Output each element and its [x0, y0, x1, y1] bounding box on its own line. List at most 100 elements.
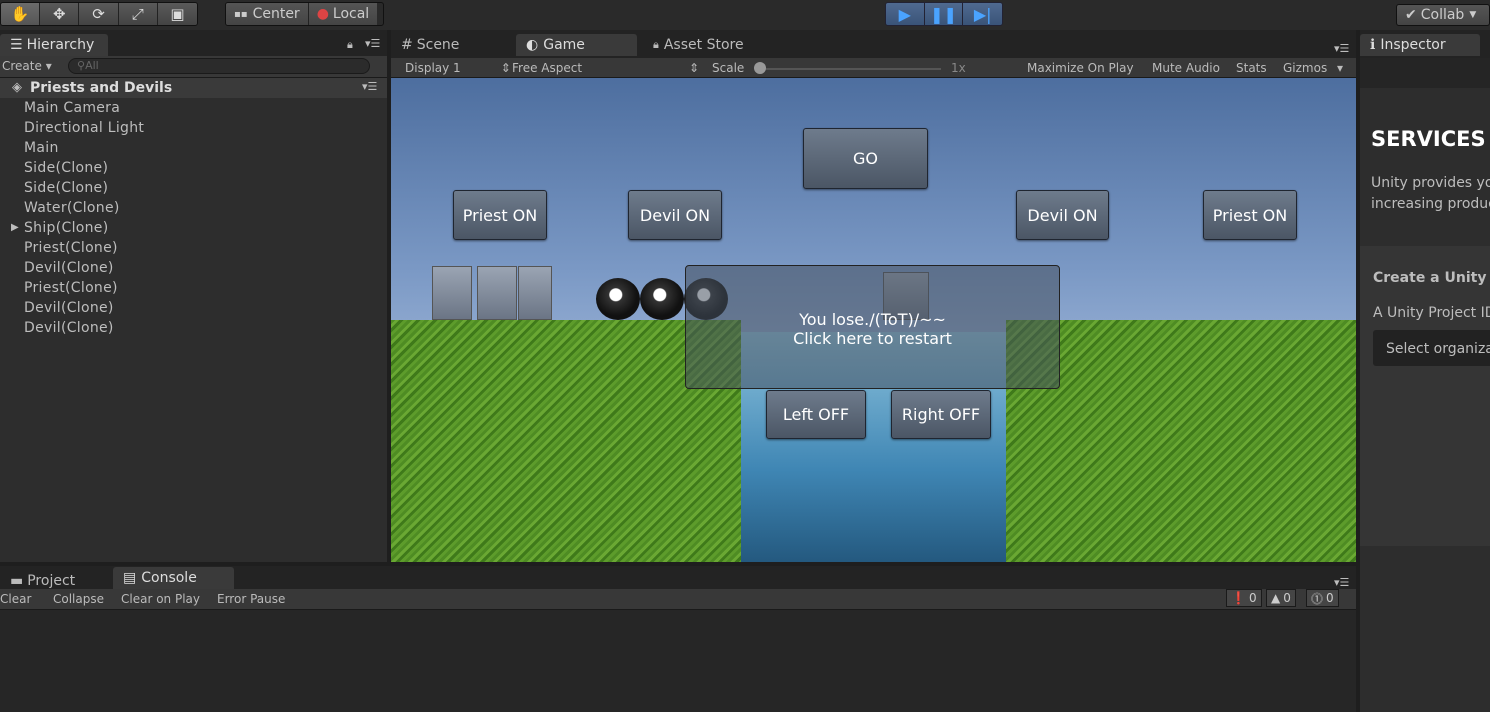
- hierarchy-item[interactable]: Directional Light: [24, 120, 144, 136]
- step-button[interactable]: ▶|: [963, 3, 1002, 25]
- warning-icon: ▲: [1271, 591, 1281, 605]
- play-button[interactable]: ▶: [886, 3, 925, 25]
- mute-audio-toggle[interactable]: Mute Audio: [1152, 61, 1220, 75]
- rect-tool-button[interactable]: ▣: [157, 3, 197, 25]
- error-pause-toggle[interactable]: Error Pause: [217, 592, 285, 606]
- play-controls: ▶ ❚❚ ▶|: [885, 2, 1003, 26]
- devil-sphere: [596, 278, 640, 320]
- game-tabbar: # Scene ◐ Game 🔒︎ Asset Store ▾☰: [391, 30, 1356, 58]
- right-off-button[interactable]: Right OFF: [891, 390, 991, 439]
- game-viewport[interactable]: GO Priest ON Devil ON Devil ON Priest ON…: [391, 78, 1356, 562]
- expand-arrow-icon[interactable]: ▶: [11, 222, 19, 233]
- move-tool-button[interactable]: ✥: [40, 3, 80, 25]
- scale-slider-handle[interactable]: [754, 62, 766, 74]
- create-dropdown[interactable]: Create ▾: [2, 59, 52, 73]
- center-icon: ▪▪: [234, 8, 248, 20]
- play-icon: ▶: [898, 4, 911, 24]
- hierarchy-item[interactable]: Priest(Clone): [24, 280, 118, 296]
- inspector-tabbar: ℹ Inspector: [1360, 30, 1490, 58]
- panel-menu-icon[interactable]: ▾☰: [1334, 42, 1349, 55]
- pivot-center-button[interactable]: ▪▪ Center: [226, 3, 309, 25]
- unity-scene-icon: ◈: [12, 80, 22, 95]
- panel-menu-icon[interactable]: ▾☰: [1334, 576, 1349, 589]
- hand-tool-button[interactable]: ✋: [1, 3, 41, 25]
- pause-button[interactable]: ❚❚: [924, 3, 964, 25]
- tab-inspector[interactable]: ℹ Inspector: [1360, 34, 1480, 56]
- display-dropdown[interactable]: Display 1 ⇕: [405, 61, 511, 75]
- hierarchy-item[interactable]: Priest(Clone): [24, 240, 118, 256]
- console-toolbar: Clear Collapse Clear on Play Error Pause…: [0, 589, 1356, 610]
- left-off-button[interactable]: Left OFF: [766, 390, 866, 439]
- scale-label: Scale: [712, 61, 745, 75]
- warning-count-toggle[interactable]: ▲ 0: [1266, 589, 1296, 607]
- devil-sphere: [640, 278, 684, 320]
- scene-menu-icon[interactable]: ▾☰: [362, 80, 377, 93]
- tab-hierarchy[interactable]: ☰ Hierarchy: [0, 34, 108, 56]
- hierarchy-toolbar: Create ▾ ⚲All: [0, 56, 387, 78]
- folder-icon: ▬: [10, 573, 24, 589]
- rotate-icon: ⟳: [92, 5, 105, 23]
- console-panel: ▬ Project ▤ Console ▾☰ Clear Collapse Clea…: [0, 566, 1356, 712]
- store-icon: 🔒︎: [653, 38, 659, 51]
- rotate-tool-button[interactable]: ⟳: [79, 3, 119, 25]
- gizmos-dropdown[interactable]: Gizmos: [1283, 61, 1327, 75]
- clear-on-play-toggle[interactable]: Clear on Play: [121, 592, 200, 606]
- pivot-controls: ▪▪ Center ● Local: [225, 2, 384, 26]
- game-toolbar: Display 1 ⇕ Free Aspect ⇕ Scale 1x Maximiz…: [391, 58, 1356, 78]
- hierarchy-item[interactable]: Side(Clone): [24, 160, 108, 176]
- left-priest-on-button[interactable]: Priest ON: [453, 190, 547, 240]
- hierarchy-search-input[interactable]: ⚲All: [68, 58, 370, 74]
- pacman-icon: ◐: [526, 37, 539, 53]
- scene-header[interactable]: ◈ Priests and Devils ▾☰: [0, 78, 387, 98]
- create-project-label: Create a Unity Pro: [1373, 270, 1490, 286]
- aspect-dropdown[interactable]: Free Aspect ⇕: [512, 61, 699, 75]
- transform-tools: ✋ ✥ ⟳ ⤢ ▣: [0, 2, 198, 26]
- lock-icon[interactable]: 🔒︎: [347, 38, 353, 52]
- left-devil-on-button[interactable]: Devil ON: [628, 190, 722, 240]
- hierarchy-item[interactable]: Water(Clone): [24, 200, 120, 216]
- local-icon: ●: [316, 6, 329, 22]
- priest-cube: [432, 266, 472, 320]
- collapse-toggle[interactable]: Collapse: [53, 592, 104, 606]
- panel-menu-icon[interactable]: ▾☰: [365, 37, 380, 50]
- console-icon: ▤: [123, 570, 137, 586]
- error-count-toggle[interactable]: ⓵0: [1306, 589, 1339, 607]
- scale-slider-track[interactable]: [755, 68, 941, 70]
- step-icon: ▶|: [973, 4, 992, 24]
- clear-button[interactable]: Clear: [0, 592, 31, 606]
- hierarchy-item[interactable]: Devil(Clone): [24, 300, 114, 316]
- restart-hint: Click here to restart: [793, 329, 952, 348]
- tab-scene[interactable]: # Scene: [391, 34, 469, 56]
- inspector-panel: ℹ Inspector SERVICES Unity provides you i…: [1360, 30, 1490, 712]
- scale-icon: ⤢: [131, 5, 144, 23]
- collab-dropdown[interactable]: ✔ Collab ▼: [1396, 4, 1490, 26]
- move-icon: ✥: [53, 5, 66, 23]
- restart-message-box[interactable]: You lose./(ToT)/~~ Click here to restart: [685, 265, 1060, 389]
- pivot-local-button[interactable]: ● Local: [308, 3, 378, 25]
- console-log-area[interactable]: [0, 610, 1356, 712]
- console-tabbar: ▬ Project ▤ Console ▾☰: [0, 566, 1356, 589]
- tab-asset-store[interactable]: 🔒︎ Asset Store: [643, 34, 754, 56]
- hierarchy-item[interactable]: Main Camera: [24, 100, 120, 116]
- scale-tool-button[interactable]: ⤢: [118, 3, 158, 25]
- right-priest-on-button[interactable]: Priest ON: [1203, 190, 1297, 240]
- tab-game[interactable]: ◐ Game: [516, 34, 637, 56]
- hierarchy-item[interactable]: Main: [24, 140, 59, 156]
- stats-toggle[interactable]: Stats: [1236, 61, 1267, 75]
- go-button[interactable]: GO: [803, 128, 928, 189]
- info-icon: ❗: [1231, 591, 1246, 605]
- services-description-2: increasing produc: [1371, 196, 1490, 212]
- hierarchy-item[interactable]: Devil(Clone): [24, 320, 114, 336]
- right-devil-on-button[interactable]: Devil ON: [1016, 190, 1109, 240]
- info-count-toggle[interactable]: ❗ 0: [1226, 589, 1262, 607]
- hierarchy-item[interactable]: Ship(Clone): [24, 220, 108, 236]
- select-organization-dropdown[interactable]: Select organiza: [1373, 330, 1490, 366]
- tab-console[interactable]: ▤ Console: [113, 567, 234, 589]
- hierarchy-item[interactable]: Devil(Clone): [24, 260, 114, 276]
- services-title: SERVICES: [1371, 127, 1486, 151]
- priest-cube: [518, 266, 552, 320]
- main-toolbar: ✋ ✥ ⟳ ⤢ ▣ ▪▪ Center ● Local ▶ ❚❚ ▶| ✔ Colla…: [0, 0, 1490, 30]
- hierarchy-item[interactable]: Side(Clone): [24, 180, 108, 196]
- maximize-on-play-toggle[interactable]: Maximize On Play: [1027, 61, 1134, 75]
- chevron-down-icon[interactable]: ▾: [1337, 61, 1343, 75]
